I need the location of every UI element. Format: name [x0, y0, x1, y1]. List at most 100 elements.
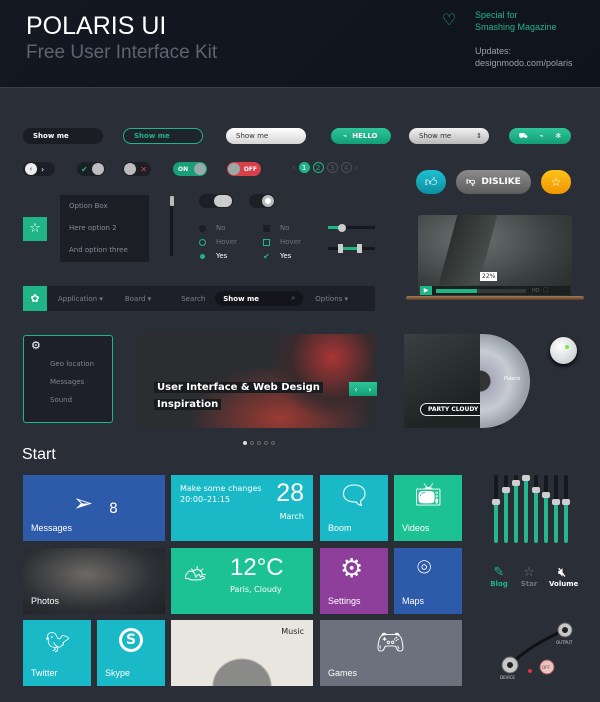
carousel-dot[interactable] [257, 441, 261, 445]
star-trigger-button[interactable]: ☆ [23, 217, 47, 241]
fullscreen-icon[interactable]: ⛶ [544, 287, 548, 295]
tile-games[interactable]: 🎮︎ Games [320, 620, 462, 686]
carousel-dot[interactable] [243, 441, 247, 445]
tab-volume[interactable]: 🔇︎ Volume [549, 565, 578, 588]
activity-icon[interactable]: ⌁ [539, 132, 543, 140]
volume-knob[interactable] [550, 337, 577, 364]
nav-search-input[interactable]: Show me ⌕ [215, 291, 304, 306]
carousel-dot[interactable] [250, 441, 254, 445]
search-icon[interactable]: ⌕ [291, 294, 295, 303]
input-light[interactable]: Show me [226, 128, 306, 144]
dropdown-option[interactable]: Here option 2 [60, 217, 149, 239]
gear-icon[interactable]: ✻ [555, 132, 561, 140]
page-4[interactable]: 4 [340, 162, 352, 173]
menu-item-sound[interactable]: Sound [24, 391, 112, 409]
tile-photos[interactable]: Photos [23, 548, 165, 614]
tile-maps[interactable]: ⌾ Maps [394, 548, 462, 614]
favorite-button[interactable]: ☆ [541, 170, 571, 194]
menu-item-geo[interactable]: Geo location [24, 355, 112, 373]
chevron-right-icon[interactable]: › [355, 163, 359, 173]
menu-item-messages[interactable]: Messages [24, 373, 112, 391]
flower-logo-icon[interactable]: ✿ [23, 286, 47, 311]
eq-track[interactable] [512, 475, 520, 543]
range-thumb-high[interactable] [356, 244, 362, 253]
eq-track[interactable] [532, 475, 540, 543]
eq-handle[interactable] [552, 499, 560, 506]
hd-icon[interactable]: HD [532, 288, 540, 294]
dot-toggle[interactable] [249, 194, 275, 208]
tile-calendar[interactable]: Make some changes 20:00–21:15 28 March [171, 475, 313, 541]
scroll-thumb[interactable] [169, 196, 174, 206]
eq-track[interactable] [552, 475, 560, 543]
eq-handle[interactable] [522, 475, 530, 482]
cross-toggle[interactable]: ✕ [123, 162, 151, 176]
grip-toggle[interactable] [199, 194, 233, 208]
eq-handle[interactable] [492, 499, 500, 506]
carousel-dot[interactable] [264, 441, 268, 445]
page-3[interactable]: 3 [326, 162, 338, 173]
radio-hover[interactable]: Hover [199, 238, 237, 246]
tab-blog[interactable]: ✎ Blog [489, 565, 509, 588]
dropdown-option[interactable]: And option three [60, 239, 149, 261]
video-progress[interactable] [436, 288, 526, 293]
checkbox-yes[interactable]: ✔ Yes [263, 252, 301, 260]
eq-track[interactable] [562, 475, 570, 543]
pager-toggle[interactable]: ‹ › [23, 162, 55, 176]
off-toggle[interactable]: OFF [227, 162, 261, 176]
eq-track[interactable] [492, 475, 500, 543]
eq-handle[interactable] [512, 480, 520, 487]
range-slider[interactable] [328, 244, 375, 253]
chevron-left-icon[interactable]: ‹ [292, 163, 296, 173]
party-cloudy-button[interactable]: PARTY CLOUDY [420, 403, 487, 416]
input-dark[interactable]: Show me [23, 128, 103, 144]
chevron-right-icon[interactable]: › [368, 385, 371, 394]
vertical-scrollbar[interactable] [169, 196, 174, 256]
cart-icon[interactable]: ⛟ [519, 132, 528, 141]
like-button[interactable]: 👍︎ [416, 170, 446, 194]
tile-skype[interactable]: S Skype [97, 620, 165, 686]
eq-handle[interactable] [562, 499, 570, 506]
range-thumb-low[interactable] [337, 244, 343, 253]
carousel[interactable]: User Interface & Web Design Inspiration … [137, 334, 377, 428]
checkbox-no[interactable]: No [263, 224, 301, 232]
chevron-left-icon[interactable]: ‹ [354, 385, 357, 394]
tile-boom[interactable]: 🗨︎ Boom [320, 475, 388, 541]
tile-twitter[interactable]: 🐦︎ Twitter [23, 620, 91, 686]
input-outlined[interactable]: Show me [123, 128, 203, 144]
hello-button[interactable]: ⌁ HELLO [331, 128, 391, 144]
updates-link[interactable]: designmodo.com/polaris [475, 57, 573, 69]
nav-options[interactable]: Options ▾ [315, 295, 348, 303]
eq-track[interactable] [502, 475, 510, 543]
video-player[interactable]: 22% ▶ HD ⛶ [418, 215, 572, 297]
tile-music[interactable]: Music [171, 620, 313, 686]
check-toggle[interactable]: ✔ [77, 162, 105, 176]
tile-settings[interactable]: ⚙ Settings [320, 548, 388, 614]
gear-icon[interactable]: ⚙ [24, 336, 112, 355]
radio-no[interactable]: No [199, 224, 237, 232]
eq-handle[interactable] [532, 486, 540, 493]
dislike-button[interactable]: 👎︎ DISLIKE [456, 170, 531, 194]
eq-track[interactable] [542, 475, 550, 543]
page-1[interactable]: 1 [298, 162, 310, 173]
select-dropdown[interactable]: Show me ⇕ [409, 128, 489, 144]
eq-handle[interactable] [542, 492, 550, 499]
eq-track[interactable] [522, 475, 530, 543]
dropdown-option[interactable]: Option Box [60, 195, 149, 217]
on-toggle[interactable]: ON [173, 162, 207, 176]
nav-application[interactable]: Application ▾ [58, 295, 103, 303]
page-2[interactable]: 2 [312, 162, 324, 173]
checkbox-hover[interactable]: Hover [263, 238, 301, 246]
eq-handle[interactable] [502, 486, 510, 493]
tile-videos[interactable]: 📺︎ Videos [394, 475, 462, 541]
tile-weather[interactable]: ⛅︎ 12°C Paris, Cloudy [171, 548, 313, 614]
chevron-left-icon[interactable]: ‹ [25, 163, 37, 175]
chevron-right-icon[interactable]: › [41, 165, 44, 174]
slider-thumb[interactable] [338, 223, 347, 232]
radio-yes[interactable]: Yes [199, 252, 237, 260]
single-slider[interactable] [328, 223, 375, 232]
tile-messages[interactable]: ➢ 8 Messages [23, 475, 165, 541]
nav-board[interactable]: Board ▾ [125, 295, 151, 303]
carousel-dot[interactable] [271, 441, 275, 445]
play-icon[interactable]: ▶ [420, 286, 432, 295]
tab-star[interactable]: ☆ Star [519, 565, 539, 588]
